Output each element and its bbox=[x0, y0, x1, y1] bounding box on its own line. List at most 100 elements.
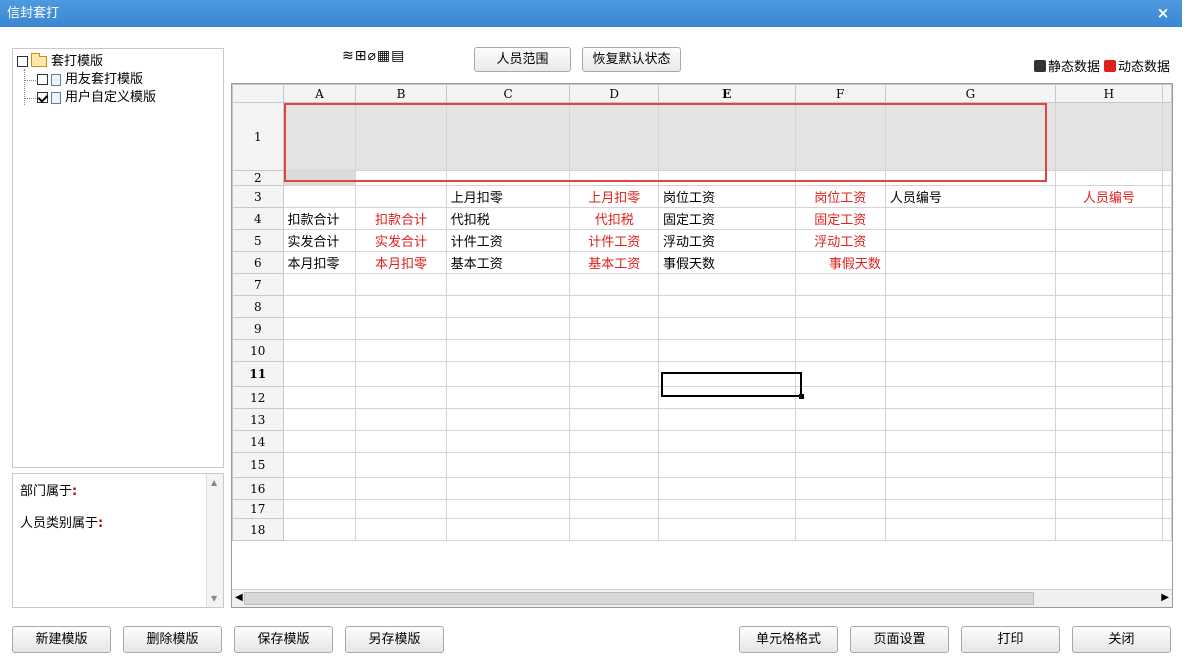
sheet-cell[interactable] bbox=[445, 518, 571, 541]
sheet-cell[interactable]: 基本工资 bbox=[445, 251, 571, 274]
sheet-cell[interactable] bbox=[445, 170, 571, 186]
sheet-cell[interactable] bbox=[282, 386, 357, 409]
sheet-cell[interactable] bbox=[1162, 170, 1172, 186]
sheet-cell[interactable] bbox=[1162, 229, 1172, 252]
row-header[interactable]: 14 bbox=[232, 430, 284, 453]
sheet-cell[interactable] bbox=[1054, 430, 1164, 453]
sheet-hscrollbar[interactable]: ◀ ▶ bbox=[232, 589, 1172, 607]
sheet-cell[interactable] bbox=[355, 499, 447, 519]
sheet-cell[interactable] bbox=[794, 317, 886, 340]
column-header[interactable]: C bbox=[445, 84, 571, 103]
sheet-cell[interactable] bbox=[794, 518, 886, 541]
scroll-thumb[interactable] bbox=[244, 592, 1034, 605]
sheet-cell[interactable]: 岗位工资 bbox=[657, 185, 796, 208]
sheet-cell[interactable] bbox=[282, 295, 357, 318]
sheet-cell[interactable] bbox=[1162, 273, 1172, 296]
sheet-cell[interactable]: 上月扣零 bbox=[445, 185, 571, 208]
sheet-cell[interactable]: 事假天数 bbox=[657, 251, 796, 274]
sheet-cell[interactable] bbox=[445, 430, 571, 453]
sheet-cell[interactable] bbox=[884, 361, 1056, 387]
template-sheet[interactable]: ABCDEFGH 1 2 3 上月扣零 上月扣零 岗位工资 岗位工资 人员编号 人员编号 4 扣款合… bbox=[231, 83, 1173, 608]
sheet-cell[interactable] bbox=[445, 273, 571, 296]
sheet-cell[interactable] bbox=[1054, 452, 1164, 478]
sheet-cell[interactable] bbox=[1054, 251, 1164, 274]
sheet-cell[interactable] bbox=[657, 317, 796, 340]
sheet-cell[interactable] bbox=[355, 273, 447, 296]
sheet-cell[interactable] bbox=[794, 499, 886, 519]
sheet-cell[interactable] bbox=[884, 207, 1056, 230]
sheet-cell[interactable] bbox=[1054, 102, 1164, 171]
save-as-template-button[interactable]: 另存模版 bbox=[345, 626, 444, 653]
sheet-cell[interactable] bbox=[282, 185, 357, 208]
sheet-cell[interactable] bbox=[355, 477, 447, 500]
row-header[interactable]: 1 bbox=[232, 102, 284, 171]
sheet-cell[interactable] bbox=[355, 452, 447, 478]
sheet-cell[interactable] bbox=[1162, 207, 1172, 230]
sheet-cell[interactable] bbox=[884, 102, 1056, 171]
delete-template-button[interactable]: 删除模版 bbox=[123, 626, 222, 653]
print-button[interactable]: 打印 bbox=[961, 626, 1060, 653]
sheet-cell[interactable] bbox=[884, 273, 1056, 296]
sheet-cell[interactable] bbox=[569, 499, 659, 519]
sheet-cell[interactable]: 本月扣零 bbox=[282, 251, 357, 274]
row-header[interactable]: 11 bbox=[232, 361, 284, 387]
row-header[interactable]: 15 bbox=[232, 452, 284, 478]
sheet-cell[interactable] bbox=[794, 273, 886, 296]
sheet-cell[interactable] bbox=[569, 317, 659, 340]
scroll-up-icon[interactable]: ▲ bbox=[211, 478, 217, 487]
sheet-cell[interactable]: 基本工资 bbox=[569, 251, 659, 274]
sheet-cell[interactable] bbox=[657, 499, 796, 519]
sheet-cell[interactable] bbox=[445, 408, 571, 431]
sheet-cell[interactable] bbox=[657, 430, 796, 453]
row-header[interactable]: 9 bbox=[232, 317, 284, 340]
tree-item-custom[interactable]: 用户自定义模版 bbox=[37, 89, 156, 107]
sheet-cell[interactable] bbox=[657, 102, 796, 171]
sheet-cell[interactable]: 扣款合计 bbox=[355, 207, 447, 230]
sheet-cell[interactable] bbox=[282, 452, 357, 478]
row-header[interactable]: 2 bbox=[232, 170, 284, 186]
close-button[interactable]: 关闭 bbox=[1072, 626, 1171, 653]
sheet-cell[interactable] bbox=[282, 477, 357, 500]
sheet-cell[interactable] bbox=[884, 408, 1056, 431]
row-header[interactable]: 8 bbox=[232, 295, 284, 318]
toolbar-icons[interactable]: ≋⊞⌀▦▤ bbox=[342, 48, 405, 68]
row-header[interactable]: 4 bbox=[232, 207, 284, 230]
sheet-cell[interactable] bbox=[1162, 452, 1172, 478]
scroll-right-icon[interactable]: ▶ bbox=[1161, 592, 1169, 603]
row-header[interactable]: 10 bbox=[232, 339, 284, 362]
column-header[interactable]: F bbox=[794, 84, 886, 103]
sheet-cell[interactable] bbox=[282, 170, 357, 186]
sheet-cell[interactable]: 上月扣零 bbox=[569, 185, 659, 208]
new-template-button[interactable]: 新建模版 bbox=[12, 626, 111, 653]
sheet-cell[interactable] bbox=[445, 339, 571, 362]
sheet-cell[interactable] bbox=[569, 102, 659, 171]
sheet-cell[interactable] bbox=[657, 273, 796, 296]
sheet-cell[interactable] bbox=[355, 185, 447, 208]
sheet-cell[interactable] bbox=[1054, 499, 1164, 519]
sheet-cell[interactable] bbox=[569, 518, 659, 541]
sheet-corner[interactable] bbox=[232, 84, 284, 103]
sheet-cell[interactable] bbox=[1054, 229, 1164, 252]
sheet-cell[interactable] bbox=[657, 452, 796, 478]
sheet-cell[interactable] bbox=[1054, 518, 1164, 541]
sheet-cell[interactable] bbox=[355, 170, 447, 186]
sheet-cell[interactable] bbox=[884, 339, 1056, 362]
scroll-left-icon[interactable]: ◀ bbox=[235, 592, 243, 603]
checkbox-root[interactable] bbox=[17, 56, 28, 67]
sheet-cell[interactable] bbox=[794, 170, 886, 186]
column-header-overflow[interactable] bbox=[1162, 84, 1172, 103]
sheet-cell[interactable] bbox=[569, 295, 659, 318]
sheet-cell[interactable]: 实发合计 bbox=[282, 229, 357, 252]
sheet-cell[interactable] bbox=[569, 477, 659, 500]
sheet-cell[interactable] bbox=[569, 361, 659, 387]
sheet-cell[interactable] bbox=[445, 317, 571, 340]
sheet-cell[interactable] bbox=[794, 452, 886, 478]
save-template-button[interactable]: 保存模版 bbox=[234, 626, 333, 653]
sheet-cell[interactable]: 固定工资 bbox=[657, 207, 796, 230]
sheet-cell[interactable] bbox=[884, 499, 1056, 519]
sheet-cell[interactable] bbox=[884, 295, 1056, 318]
sheet-cell[interactable] bbox=[282, 339, 357, 362]
row-header[interactable]: 13 bbox=[232, 408, 284, 431]
sheet-cell[interactable] bbox=[569, 430, 659, 453]
sheet-cell[interactable]: 固定工资 bbox=[794, 207, 886, 230]
